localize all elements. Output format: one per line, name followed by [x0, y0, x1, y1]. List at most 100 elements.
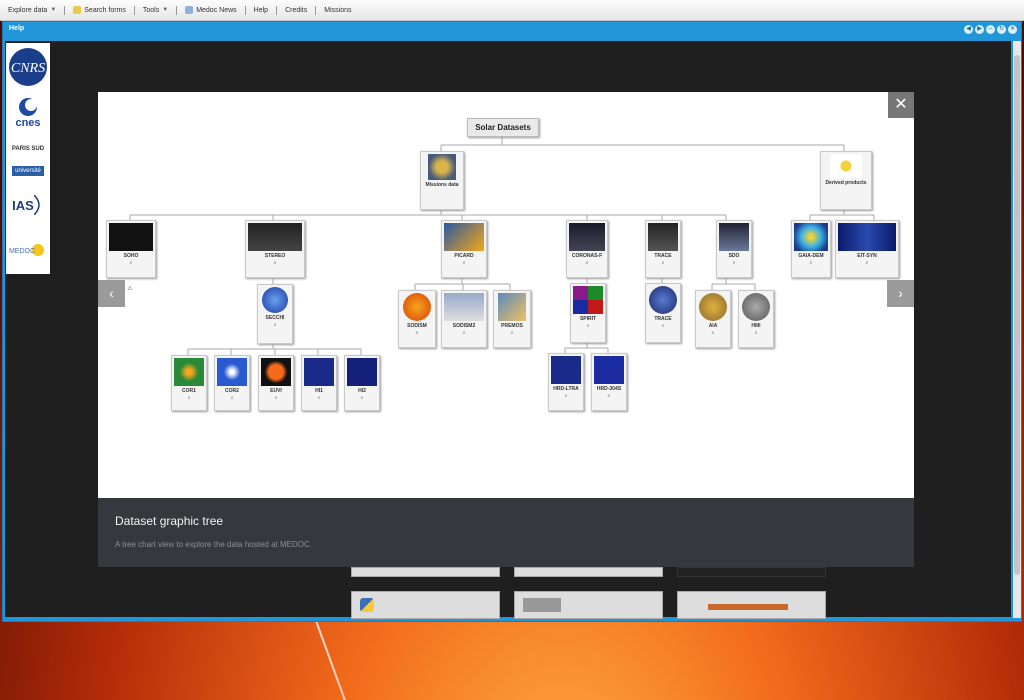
card-thumbnail [708, 604, 788, 610]
window-next-icon[interactable]: ▶ [975, 25, 984, 34]
search-icon[interactable]: ⌕ [571, 323, 605, 329]
universite-logo[interactable]: université [6, 164, 50, 178]
search-icon[interactable]: ⌕ [246, 260, 304, 266]
background-card[interactable] [514, 567, 663, 577]
window-prev-icon[interactable]: ◀ [964, 25, 973, 34]
search-icon[interactable]: ⌕ [792, 260, 830, 266]
tree-node-aia[interactable]: AIA ⌕ [695, 290, 731, 348]
refresh-icon[interactable]: ↻ [997, 25, 1006, 34]
menu-label: Missions [324, 6, 352, 14]
node-label: TRACE [654, 253, 672, 259]
search-icon[interactable]: ⌕ [215, 395, 249, 401]
partner-logos: CNRS cnes PARIS SUD université IAS MEDOC [6, 43, 50, 274]
tree-node-gaia-dem[interactable]: GAIA-DEM ⌕ [791, 220, 831, 278]
chevron-left-icon[interactable]: ‹ [98, 280, 125, 307]
search-icon[interactable]: ⌕ [646, 260, 680, 266]
tree-node-sodism2[interactable]: SODISM2 ⌕ [441, 290, 487, 348]
background-card[interactable] [514, 591, 663, 619]
window-controls: ◀ ▶ – ↻ ✕ [964, 25, 1017, 34]
node-thumbnail [794, 223, 828, 251]
tree-node-hmi[interactable]: HMI ⌕ [738, 290, 774, 348]
window-scrollbar[interactable] [1013, 41, 1021, 618]
tree-node-cor2[interactable]: COR2 ⌕ [214, 355, 250, 411]
search-icon[interactable]: ⌕ [399, 330, 435, 336]
node-label: PREMOS [501, 323, 523, 329]
menu-missions[interactable]: Missions [316, 7, 359, 14]
search-icon[interactable]: ⌕ [739, 330, 773, 336]
screen: Explore data ▼ Search forms Tools ▼ Medoc … [0, 0, 1024, 700]
tree-node-hrd-304s[interactable]: HRD-304S ⌕ [591, 353, 627, 411]
search-icon[interactable]: ⌕ [345, 395, 379, 401]
tree-node-stereo[interactable]: STEREO ⌕ [245, 220, 305, 278]
tree-node-sdo[interactable]: SDO ⌕ [716, 220, 752, 278]
tree-node-hi2[interactable]: HI2 ⌕ [344, 355, 380, 411]
window-title: Help [9, 25, 25, 32]
tree-node-missions[interactable]: Missions data [420, 151, 464, 210]
tree-node-trace[interactable]: TRACE ⌕ [645, 220, 681, 278]
paris-sud-text: PARIS SUD [11, 145, 45, 152]
search-icon[interactable]: ⌕ [442, 330, 486, 336]
background-card[interactable] [677, 591, 826, 619]
paris-sud-logo[interactable]: PARIS SUD [6, 137, 50, 161]
tree-node-soho[interactable]: SOHO ⌕ [106, 220, 156, 278]
ias-logo[interactable]: IAS [6, 189, 50, 221]
menu-medoc-news[interactable]: Medoc News [177, 6, 244, 14]
search-icon[interactable]: ⌕ [549, 393, 583, 399]
node-thumbnail [444, 223, 484, 251]
search-icon[interactable]: ⌕ [442, 260, 486, 266]
node-thumbnail [830, 154, 862, 178]
scroll-thumb[interactable] [1014, 55, 1020, 575]
background-card[interactable] [677, 567, 826, 577]
tree-node-eit-syn[interactable]: EIT-SYN ⌕ [835, 220, 899, 278]
tree-node-sodism[interactable]: SODISM ⌕ [398, 290, 436, 348]
node-label: HMI [751, 323, 761, 329]
news-icon [185, 6, 194, 14]
minimize-icon[interactable]: – [986, 25, 995, 34]
node-thumbnail [648, 223, 678, 251]
tree-node-cor1[interactable]: COR1 ⌕ [171, 355, 207, 411]
search-icon[interactable]: ⌕ [646, 323, 680, 329]
search-icon[interactable]: ⌕ [258, 322, 292, 328]
tree-node-hrd-ltra[interactable]: HRD-LTRA ⌕ [548, 353, 584, 411]
tree-node-trace-instrument[interactable]: TRACE ⌕ [645, 283, 681, 343]
card-thumbnail [523, 598, 561, 612]
background-card[interactable] [351, 567, 500, 577]
tree-node-euvi[interactable]: EUVI ⌕ [258, 355, 294, 411]
search-icon[interactable]: ⌕ [836, 260, 898, 266]
search-icon[interactable]: ⌕ [717, 260, 751, 266]
cnrs-logo[interactable]: CNRS [6, 45, 50, 89]
search-icon[interactable]: ⌕ [302, 395, 336, 401]
search-icon[interactable]: ⌕ [107, 260, 155, 266]
tree-root-node[interactable]: Solar Datasets [467, 118, 539, 137]
menu-label: Medoc News [196, 6, 237, 14]
node-label: GAIA-DEM [798, 253, 824, 259]
search-icon[interactable]: ⌕ [172, 395, 206, 401]
medoc-logo[interactable]: MEDOC [6, 235, 50, 265]
tree-node-coronas-f[interactable]: CORONAS-F ⌕ [566, 220, 608, 278]
tree-node-derived[interactable]: Derived products [820, 151, 872, 210]
search-icon[interactable]: ⌕ [567, 260, 607, 266]
close-icon[interactable]: ✕ [1008, 25, 1017, 34]
background-card[interactable] [351, 591, 500, 619]
tree-node-premos[interactable]: PREMOS ⌕ [493, 290, 531, 348]
search-icon[interactable]: ⌕ [259, 395, 293, 401]
menu-explore-data[interactable]: Explore data ▼ [0, 7, 64, 14]
search-icon[interactable]: ⌕ [592, 393, 626, 399]
tree-node-picard[interactable]: PICARD ⌕ [441, 220, 487, 278]
cnes-logo[interactable]: cnes [6, 95, 50, 131]
node-label: PICARD [454, 253, 474, 259]
menu-help[interactable]: Help [246, 7, 276, 14]
tree-node-hi1[interactable]: HI1 ⌕ [301, 355, 337, 411]
node-label: AIA [708, 323, 718, 329]
search-icon[interactable]: ⌕ [494, 330, 530, 336]
tree-node-spirit[interactable]: SPIRIT ⌕ [570, 283, 606, 343]
cnrs-logo-text: CNRS [11, 61, 45, 76]
chevron-right-icon[interactable]: › [887, 280, 914, 307]
tree-node-secchi[interactable]: SECCHI ⌕ [257, 284, 293, 344]
menu-tools[interactable]: Tools ▼ [135, 7, 176, 14]
node-label: EUVI [270, 388, 282, 394]
menu-search-forms[interactable]: Search forms [65, 6, 134, 14]
search-icon[interactable]: ⌕ [696, 330, 730, 336]
menu-credits[interactable]: Credits [277, 7, 315, 14]
close-icon[interactable]: ✕ [888, 92, 914, 118]
